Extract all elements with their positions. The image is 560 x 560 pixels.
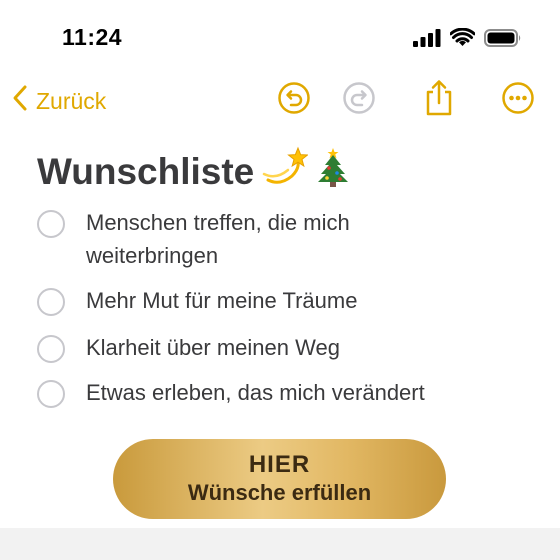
checklist-item-label: Etwas erleben, das mich verändert <box>86 380 425 405</box>
checkbox-circle[interactable] <box>37 210 65 238</box>
undo-icon <box>277 81 311 120</box>
redo-button[interactable] <box>341 81 377 120</box>
status-icons <box>413 27 522 52</box>
navigation-bar: Zurück <box>0 78 560 126</box>
redo-icon <box>342 81 376 120</box>
status-time: 11:24 <box>62 24 123 50</box>
cta-line2: Wünsche erfüllen <box>187 480 372 505</box>
checkbox-circle[interactable] <box>37 380 65 408</box>
checklist-item[interactable]: Klarheit über meinen Weg <box>37 333 486 364</box>
christmas-tree-emoji-icon <box>316 146 350 197</box>
checklist-item[interactable]: Mehr Mut für meine Träume <box>37 286 486 317</box>
checklist-item-label: Klarheit über meinen Weg <box>86 335 340 360</box>
checklist-item[interactable]: Menschen treffen, die mich weiterbringen <box>37 208 486 272</box>
notes-screen: 11:24 Zurück Wunschliste Menschen treffe… <box>0 0 560 528</box>
back-label: Zurück <box>36 87 107 114</box>
checkbox-circle[interactable] <box>37 288 65 316</box>
chevron-left-icon <box>12 84 28 118</box>
share-button[interactable] <box>421 79 457 118</box>
undo-button[interactable] <box>276 81 312 120</box>
battery-icon <box>484 28 522 52</box>
checklist-item[interactable]: Etwas erleben, das mich verändert <box>37 378 486 409</box>
more-button[interactable] <box>500 81 536 120</box>
dizzy-star-emoji-icon <box>262 146 310 197</box>
back-button[interactable]: Zurück <box>12 84 106 118</box>
cta-line1: HIER <box>248 451 311 478</box>
checkbox-circle[interactable] <box>37 335 65 363</box>
checklist-item-label: Menschen treffen, die mich weiterbringen <box>86 210 350 268</box>
checklist-item-label: Mehr Mut für meine Träume <box>86 288 358 313</box>
note-title[interactable]: Wunschliste <box>37 146 350 197</box>
note-title-text: Wunschliste <box>37 150 255 192</box>
wifi-icon <box>449 27 476 52</box>
wishes-cta-button[interactable]: HIER Wünsche erfüllen <box>113 439 446 519</box>
more-icon <box>501 81 535 120</box>
signal-icon <box>413 28 441 52</box>
share-icon <box>422 79 456 122</box>
